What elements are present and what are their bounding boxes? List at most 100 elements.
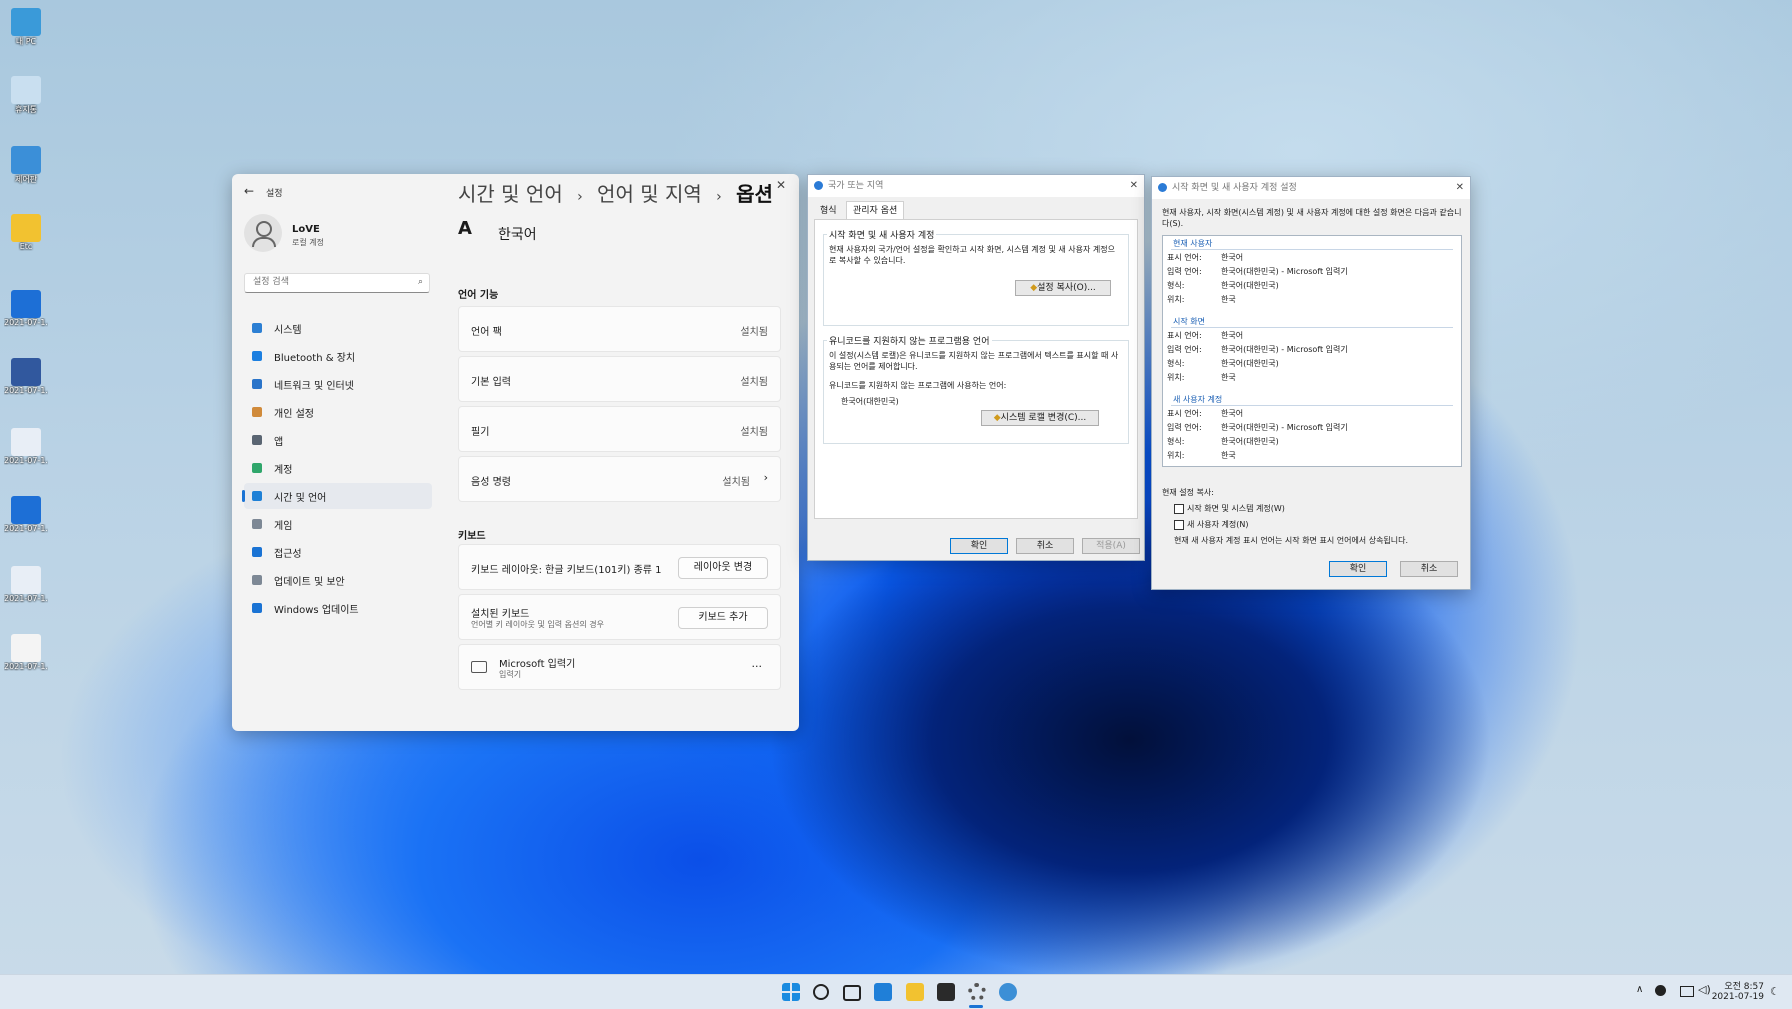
store-icon[interactable]	[937, 983, 955, 1001]
desktop-icon[interactable]: 2021-07-1...	[4, 634, 48, 671]
nav-item[interactable]: 게임	[244, 511, 432, 537]
desktop-icon[interactable]: 2021-07-1...	[4, 496, 48, 533]
ok-button[interactable]: 확인	[950, 538, 1008, 554]
desktop-icon[interactable]: 2021-07-1...	[4, 428, 48, 465]
page-title: 옵션	[736, 182, 773, 206]
tab-format[interactable]: 형식	[814, 203, 843, 219]
checkbox-new-user[interactable]: 새 사용자 계정(N)	[1174, 519, 1248, 530]
nav-item[interactable]: Windows 업데이트	[244, 595, 432, 621]
avatar[interactable]	[244, 214, 282, 252]
checkbox[interactable]	[1174, 519, 1184, 530]
copy-settings-button[interactable]: ◆설정 복사(O)...	[1015, 280, 1111, 296]
current-lang-label: 유니코드를 지원하지 않는 프로그램에 사용하는 언어:	[829, 381, 1007, 390]
clock-time[interactable]: 오전 8:57	[1724, 979, 1764, 992]
desktop-icon-image	[11, 428, 41, 456]
setting-value: 한국어(대한민국)	[1221, 437, 1279, 446]
change-locale-button[interactable]: ◆시스템 로캘 변경(C)...	[981, 410, 1099, 426]
chevron-up-icon[interactable]: ∧	[1636, 984, 1643, 995]
desktop-icon[interactable]: 제어판	[4, 146, 48, 185]
nav-item[interactable]: 앱	[244, 427, 432, 453]
app-title: 설정	[266, 189, 283, 199]
feature-status: 설치됨	[722, 477, 750, 488]
desktop-icon[interactable]: 2021-07-1...	[4, 358, 48, 395]
nav-item-label: 게임	[274, 520, 293, 532]
section-heading: 키보드	[458, 531, 486, 542]
feature-row[interactable]: 기본 입력 설치됨	[458, 356, 781, 402]
region-globe-icon[interactable]	[999, 983, 1017, 1001]
cancel-button[interactable]: 취소	[1400, 561, 1458, 577]
nav-item-label: 업데이트 및 보안	[274, 576, 345, 588]
task-view-icon[interactable]	[843, 985, 861, 1001]
section-header: 새 사용자 계정	[1171, 394, 1453, 406]
ime-card[interactable]: Microsoft 입력기 입력기 ...	[458, 644, 781, 690]
feature-row[interactable]: 필기 설치됨	[458, 406, 781, 452]
network-icon[interactable]	[1680, 986, 1694, 997]
setting-key: 표시 언어:	[1167, 409, 1202, 418]
inherit-note: 현재 새 사용자 계정 표시 언어는 시작 화면 표시 언어에서 상속됩니다.	[1174, 536, 1409, 545]
breadcrumb-item[interactable]: 언어 및 지역	[597, 182, 702, 206]
globe-icon	[1158, 183, 1167, 192]
nav-item[interactable]: Bluetooth & 장치	[244, 343, 432, 369]
search-icon: ⌕	[417, 277, 423, 287]
add-keyboard-button[interactable]: 키보드 추가	[678, 607, 768, 629]
checkbox[interactable]	[1174, 503, 1184, 514]
breadcrumb-item[interactable]: 시간 및 언어	[458, 182, 563, 206]
section-title: 새 사용자 계정	[1171, 395, 1225, 404]
windows-start-icon[interactable]	[782, 983, 800, 1001]
desktop-icon-label: 2021-07-1...	[4, 524, 48, 533]
notification-icon[interactable]	[1655, 985, 1666, 996]
desktop-icon-image	[11, 8, 41, 36]
desktop-icon-label: 내 PC	[15, 37, 37, 46]
search-box[interactable]: ⌕	[244, 273, 430, 293]
nav-item[interactable]: 시간 및 언어	[242, 483, 432, 509]
nav-item[interactable]: 계정	[244, 455, 432, 481]
section-header: 현재 사용자	[1171, 238, 1453, 250]
monitor-icon	[252, 323, 262, 333]
apps-icon	[252, 435, 262, 445]
settings-gear-icon[interactable]	[968, 983, 986, 1001]
widgets-icon[interactable]	[874, 983, 892, 1001]
desktop: 내 PC 휴지통제어판 Etc 2021-07-1... 2021-07-1... 202…	[0, 0, 1792, 1009]
more-options-icon[interactable]: ...	[752, 657, 763, 670]
feature-row[interactable]: 언어 팩 설치됨	[458, 306, 781, 352]
desktop-icon[interactable]: 2021-07-1...	[4, 566, 48, 603]
desktop-icon-image	[11, 76, 41, 104]
search-input[interactable]	[251, 276, 405, 288]
title-bar: 국가 또는 지역 ✕	[808, 175, 1144, 197]
change-layout-button[interactable]: 레이아웃 변경	[678, 557, 768, 579]
nav-item[interactable]: 시스템	[244, 315, 432, 341]
close-icon[interactable]: ✕	[1130, 175, 1138, 197]
volume-icon[interactable]: ◁)	[1698, 983, 1711, 996]
group-text: 현재 사용자의 국가/언어 설정을 확인하고 시작 화면, 시스템 계정 및 새…	[829, 245, 1115, 265]
close-icon[interactable]: ✕	[1456, 177, 1464, 199]
search-icon[interactable]	[813, 984, 829, 1000]
moon-icon[interactable]: ☾	[1770, 985, 1780, 998]
title-bar: 시작 화면 및 새 사용자 계정 설정 ✕	[1152, 177, 1470, 199]
section-title: 현재 사용자	[1171, 239, 1215, 248]
apply-button[interactable]: 적용(A)	[1082, 538, 1140, 554]
desktop-icon-label: 휴지통	[14, 105, 38, 114]
feature-label: 언어 팩	[471, 327, 502, 338]
ime-name: Microsoft 입력기	[499, 659, 576, 670]
desktop-icon[interactable]: 2021-07-1...	[4, 290, 48, 327]
clock-date[interactable]: 2021-07-19	[1710, 992, 1764, 1002]
tab-admin[interactable]: 관리자 옵션	[846, 201, 905, 220]
ok-button[interactable]: 확인	[1329, 561, 1387, 577]
section-title: 시작 화면	[1171, 317, 1207, 326]
person-icon	[252, 463, 262, 473]
cancel-button[interactable]: 취소	[1016, 538, 1074, 554]
checkbox-welcome[interactable]: 시작 화면 및 시스템 계정(W)	[1174, 503, 1285, 514]
feature-row[interactable]: 음성 명령 설치됨 ›	[458, 456, 781, 502]
setting-key: 위치:	[1167, 295, 1185, 304]
desktop-icon[interactable]: 휴지통	[4, 76, 48, 115]
nav-item[interactable]: 네트워크 및 인터넷	[244, 371, 432, 397]
desktop-icon[interactable]: Etc	[4, 214, 48, 251]
back-arrow-icon[interactable]: ←	[244, 184, 254, 198]
nav-item[interactable]: 업데이트 및 보안	[244, 567, 432, 593]
desktop-icon[interactable]: 내 PC	[4, 8, 48, 47]
file-explorer-icon[interactable]	[906, 983, 924, 1001]
nav-item[interactable]: 개인 설정	[244, 399, 432, 425]
nav-item-label: 개인 설정	[274, 408, 314, 420]
globe-icon	[814, 181, 823, 190]
nav-item[interactable]: 접근성	[244, 539, 432, 565]
